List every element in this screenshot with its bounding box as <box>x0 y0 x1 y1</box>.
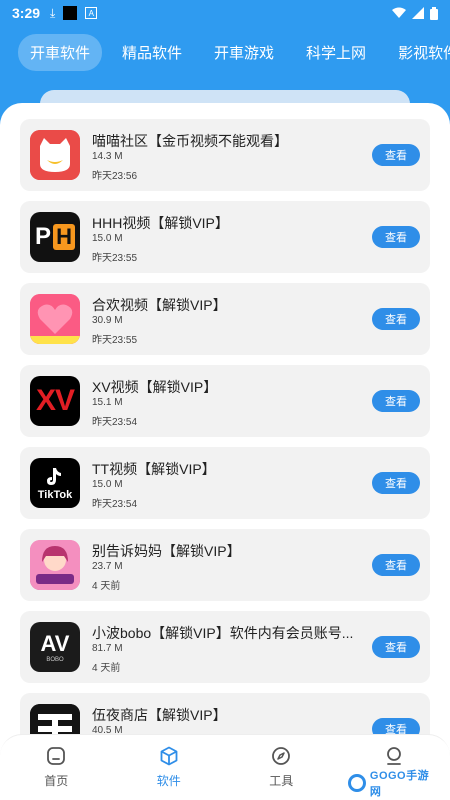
heart-app-icon <box>30 294 80 344</box>
app-size: 15.1 M <box>92 397 123 408</box>
app-size: 30.9 M <box>92 315 123 326</box>
cat-app-icon <box>30 130 80 180</box>
user-icon <box>386 747 401 765</box>
av-icon-subtext: BOBO <box>46 657 64 663</box>
app-size: 23.7 M <box>92 561 123 572</box>
watermark-logo: GOGO手游网 <box>344 770 444 798</box>
app-date: 昨天23:55 <box>92 253 138 264</box>
app-name: TT视频【解锁VIP】 <box>92 461 216 477</box>
view-button[interactable]: 查看 <box>372 144 420 166</box>
ph-icon-letter-h: H <box>53 224 75 250</box>
anime-app-icon <box>30 540 80 590</box>
app-name: HHH视频【解锁VIP】 <box>92 215 229 231</box>
app-list-sheet: 喵喵社区【金币视频不能观看】 14.3 M 昨天23:56 查看 P H HHH… <box>0 103 450 800</box>
view-button[interactable]: 查看 <box>372 226 420 248</box>
list-item[interactable]: AV BOBO 小波bobo【解锁VIP】软件内有会员账号... 81.7 M … <box>20 611 430 683</box>
list-item[interactable]: P H HHH视频【解锁VIP】 15.0 M 昨天23:55 查看 <box>20 201 430 273</box>
battery-icon <box>430 6 438 20</box>
app-size: 14.3 M <box>92 151 123 162</box>
view-button[interactable]: 查看 <box>372 390 420 412</box>
music-note-icon <box>47 468 61 485</box>
a-notification-icon: A <box>85 7 98 19</box>
wifi-icon <box>392 7 406 18</box>
app-name: 合欢视频【解锁VIP】 <box>92 297 227 313</box>
nav-software[interactable]: 软件 <box>113 735 226 800</box>
app-name: XV视频【解锁VIP】 <box>92 379 218 395</box>
download-icon: ⤓ <box>50 5 56 20</box>
list-item[interactable]: 合欢视频【解锁VIP】 30.9 M 昨天23:55 查看 <box>20 283 430 355</box>
view-button[interactable]: 查看 <box>372 554 420 576</box>
tab-video-software[interactable]: 影视软件 <box>386 34 450 71</box>
view-button[interactable]: 查看 <box>372 636 420 658</box>
view-button[interactable]: 查看 <box>372 308 420 330</box>
list-item[interactable]: XV XV视频【解锁VIP】 15.1 M 昨天23:54 查看 <box>20 365 430 437</box>
nav-software-label: 软件 <box>156 774 181 788</box>
list-item[interactable]: 别告诉妈妈【解锁VIP】 23.7 M 4 天前 查看 <box>20 529 430 601</box>
home-icon <box>47 747 66 765</box>
ph-icon-letter-p: P <box>35 223 52 250</box>
tab-vpn[interactable]: 科学上网 <box>294 34 378 71</box>
notification-icon <box>63 6 78 20</box>
av-app-icon: AV BOBO <box>30 622 80 672</box>
app-date: 4 天前 <box>92 663 121 674</box>
xv-icon-text: XV <box>35 384 75 417</box>
status-bar: 3:29 ⤓ A <box>0 0 450 26</box>
compass-icon <box>272 747 291 765</box>
app-size: 81.7 M <box>92 643 123 654</box>
app-date: 昨天23:54 <box>92 417 138 428</box>
app-date: 昨天23:54 <box>92 499 138 510</box>
app-date: 4 天前 <box>92 581 121 592</box>
nav-tools-label: 工具 <box>269 774 294 788</box>
app-name: 喵喵社区【金币视频不能观看】 <box>92 133 288 149</box>
app-date: 昨天23:56 <box>92 171 138 182</box>
ph-app-icon: P H <box>30 212 80 262</box>
list-item[interactable]: 喵喵社区【金币视频不能观看】 14.3 M 昨天23:56 查看 <box>20 119 430 191</box>
nav-tools[interactable]: 工具 <box>225 735 338 800</box>
category-tabs: 开車软件 精品软件 开車游戏 科学上网 影视软件 <box>18 33 450 71</box>
nav-home-label: 首页 <box>44 774 69 788</box>
tab-premium-software[interactable]: 精品软件 <box>110 34 194 71</box>
cube-icon <box>160 746 178 766</box>
app-size: 15.0 M <box>92 479 123 490</box>
view-button[interactable]: 查看 <box>372 472 420 494</box>
app-list: 喵喵社区【金币视频不能观看】 14.3 M 昨天23:56 查看 P H HHH… <box>20 119 430 775</box>
status-time: 3:29 <box>12 5 41 21</box>
av-icon-text: AV <box>40 631 70 656</box>
app-name: 别告诉妈妈【解锁VIP】 <box>92 543 241 559</box>
tab-kaiche-games[interactable]: 开車游戏 <box>202 34 286 71</box>
tiktok-icon-text: TikTok <box>37 489 73 501</box>
watermark-circle-icon <box>348 774 366 792</box>
watermark-text: GOGO手游网 <box>369 770 430 798</box>
app-date: 昨天23:55 <box>92 335 138 346</box>
xv-app-icon: XV <box>30 376 80 426</box>
app-name: 伍夜商店【解锁VIP】 <box>92 707 227 723</box>
app-name: 小波bobo【解锁VIP】软件内有会员账号... <box>92 625 354 641</box>
list-item[interactable]: TikTok TT视频【解锁VIP】 15.0 M 昨天23:54 查看 <box>20 447 430 519</box>
signal-icon <box>412 7 424 19</box>
tab-kaiche-software[interactable]: 开車软件 <box>18 33 103 71</box>
tiktok-app-icon: TikTok <box>30 458 80 508</box>
nav-home[interactable]: 首页 <box>0 735 113 800</box>
app-size: 15.0 M <box>92 233 123 244</box>
